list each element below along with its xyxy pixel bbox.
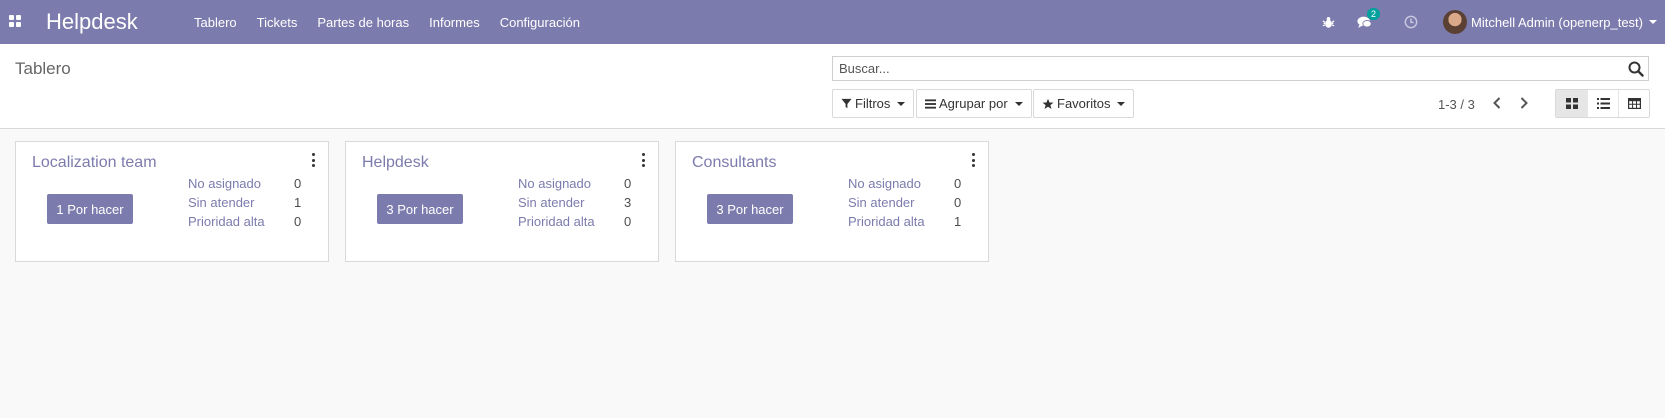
list-icon [925, 98, 936, 109]
main-menu: Tablero Tickets Partes de horas Informes… [194, 0, 600, 44]
messages-count-badge: 2 [1367, 8, 1381, 20]
top-navbar: Helpdesk Tablero Tickets Partes de horas… [0, 0, 1665, 44]
search-box [832, 56, 1649, 81]
search-icon[interactable] [1628, 61, 1644, 77]
team-card-localization[interactable]: Localization team 1 Por hacer No asignad… [15, 141, 329, 262]
kebab-menu-icon[interactable] [310, 153, 316, 167]
star-icon [1042, 98, 1054, 110]
stat-unattended: Sin atender 0 [848, 193, 961, 212]
stat-value: 0 [294, 214, 302, 229]
chevron-down-icon [1117, 101, 1126, 106]
grid-view-icon[interactable] [1618, 90, 1649, 117]
chat-icon[interactable]: 2 [1355, 8, 1381, 31]
stat-value: 0 [954, 176, 962, 191]
app-name[interactable]: Helpdesk [46, 9, 138, 35]
menu-item-configuracion[interactable]: Configuración [500, 15, 580, 30]
card-title[interactable]: Localization team [32, 154, 157, 172]
kanban-view-icon[interactable] [1556, 90, 1587, 117]
clock-icon[interactable] [1402, 13, 1420, 31]
card-stats: No asignado 0 Sin atender 3 Prioridad alta… [518, 174, 631, 231]
group-by-button[interactable]: Agrupar por [916, 89, 1032, 118]
control-panel: Tablero Filtros Agrupar por Favoritos 1-… [0, 44, 1665, 129]
bug-icon[interactable] [1319, 13, 1337, 31]
stat-high-priority: Prioridad alta 1 [848, 212, 961, 231]
todo-button[interactable]: 3 Por hacer [377, 194, 463, 224]
systray: 2 Mitchell Admin (openerp_test) [1310, 0, 1665, 44]
team-card-consultants[interactable]: Consultants 3 Por hacer No asignado 0 Sin… [675, 141, 989, 262]
pager-value[interactable]: 1-3 / 3 [1438, 97, 1475, 112]
apps-icon[interactable] [9, 15, 21, 27]
chevron-down-icon [1649, 20, 1657, 24]
chevron-down-icon [1014, 101, 1023, 106]
stat-high-priority: Prioridad alta 0 [188, 212, 301, 231]
stat-unattended: Sin atender 3 [518, 193, 631, 212]
menu-item-partes-de-horas[interactable]: Partes de horas [317, 15, 409, 30]
stat-value: 0 [624, 214, 632, 229]
search-input[interactable] [833, 57, 1648, 80]
stat-unassigned: No asignado 0 [518, 174, 631, 193]
stat-value: 3 [624, 195, 632, 210]
menu-item-tickets[interactable]: Tickets [257, 15, 298, 30]
kebab-menu-icon[interactable] [970, 153, 976, 167]
user-name: Mitchell Admin (openerp_test) [1471, 14, 1643, 30]
user-menu[interactable]: Mitchell Admin (openerp_test) [1443, 10, 1657, 34]
stat-value: 0 [294, 176, 302, 191]
group-by-label: Agrupar por [939, 96, 1008, 111]
team-card-helpdesk[interactable]: Helpdesk 3 Por hacer No asignado 0 Sin at… [345, 141, 659, 262]
stat-unattended: Sin atender 1 [188, 193, 301, 212]
avatar [1443, 10, 1468, 34]
card-title[interactable]: Consultants [692, 154, 777, 172]
stat-unassigned: No asignado 0 [188, 174, 301, 193]
filters-button[interactable]: Filtros [832, 89, 915, 118]
stat-high-priority: Prioridad alta 0 [518, 212, 631, 231]
stat-label[interactable]: Prioridad alta [518, 212, 624, 231]
stat-label[interactable]: No asignado [848, 174, 954, 193]
todo-button[interactable]: 1 Por hacer [47, 194, 133, 224]
card-stats: No asignado 0 Sin atender 0 Prioridad alta… [848, 174, 961, 231]
stat-value: 1 [954, 214, 962, 229]
todo-button[interactable]: 3 Por hacer [707, 194, 793, 224]
stat-label[interactable]: Sin atender [518, 193, 624, 212]
card-title[interactable]: Helpdesk [362, 154, 429, 172]
stat-value: 0 [624, 176, 632, 191]
stat-label[interactable]: Sin atender [848, 193, 954, 212]
stat-label[interactable]: Sin atender [188, 193, 294, 212]
menu-item-tablero[interactable]: Tablero [194, 15, 237, 30]
chevron-right-icon[interactable] [1515, 94, 1533, 112]
filter-icon [841, 98, 852, 109]
stat-value: 1 [294, 195, 302, 210]
stat-label[interactable]: No asignado [188, 174, 294, 193]
stat-value: 0 [954, 195, 962, 210]
stat-label[interactable]: Prioridad alta [848, 212, 954, 231]
stat-label[interactable]: No asignado [518, 174, 624, 193]
view-switcher [1555, 89, 1650, 118]
favorites-label: Favoritos [1057, 96, 1111, 111]
filters-label: Filtros [855, 96, 891, 111]
favorites-button[interactable]: Favoritos [1033, 89, 1135, 118]
menu-item-informes[interactable]: Informes [429, 15, 480, 30]
chevron-down-icon [897, 101, 906, 106]
card-stats: No asignado 0 Sin atender 1 Prioridad alta… [188, 174, 301, 231]
chevron-left-icon[interactable] [1488, 94, 1506, 112]
kebab-menu-icon[interactable] [640, 153, 646, 167]
list-view-icon[interactable] [1587, 90, 1618, 117]
stat-label[interactable]: Prioridad alta [188, 212, 294, 231]
breadcrumb: Tablero [15, 59, 71, 78]
stat-unassigned: No asignado 0 [848, 174, 961, 193]
